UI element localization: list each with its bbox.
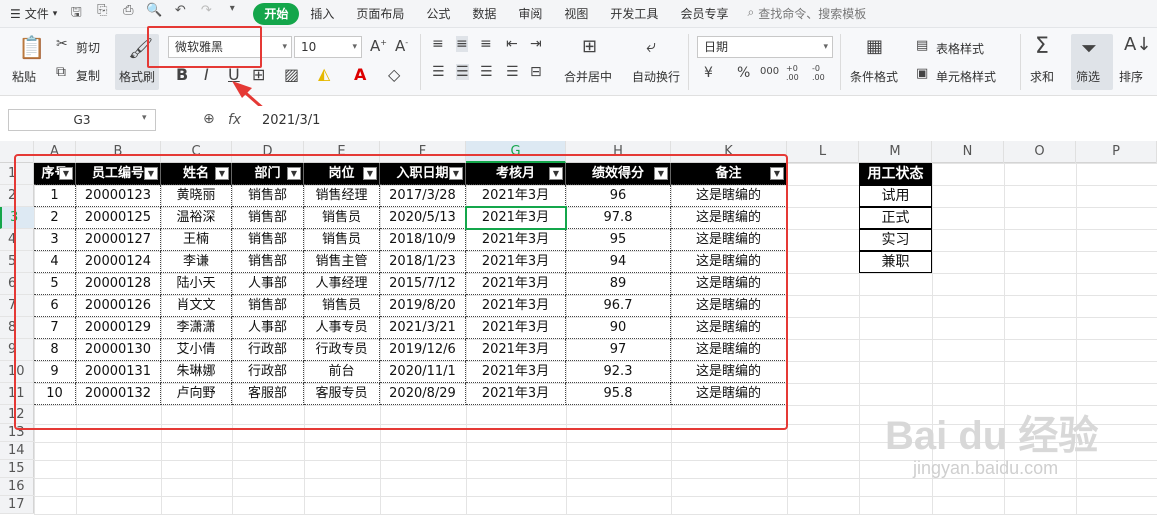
column-header[interactable]: L (787, 141, 859, 163)
status-list-item[interactable]: 兼职 (859, 251, 932, 273)
status-list-item[interactable]: 实习 (859, 229, 932, 251)
table-highlight-annotation (14, 154, 788, 430)
column-header[interactable]: O (1004, 141, 1076, 163)
status-list-item[interactable]: 正式 (859, 207, 932, 229)
chevron-down-icon[interactable]: ▾ (142, 113, 147, 123)
name-box[interactable]: G3 (8, 109, 156, 131)
column-header[interactable]: M (859, 141, 932, 163)
row-header[interactable]: 17 (0, 496, 34, 514)
formula-bar: G3 ▾ ⊕ fx 2021/3/1 (0, 106, 1157, 136)
row-header[interactable]: 14 (0, 442, 34, 460)
row-header[interactable]: 15 (0, 460, 34, 478)
status-list-item[interactable]: 试用 (859, 185, 932, 207)
row-header[interactable]: 16 (0, 478, 34, 496)
gridline (34, 496, 1157, 497)
zoom-icon[interactable]: ⊕ (203, 111, 215, 127)
column-header[interactable]: P (1076, 141, 1157, 163)
formula-input[interactable]: 2021/3/1 (262, 113, 320, 128)
watermark-logo: Bai du 经验 (885, 414, 1099, 458)
watermark-url: jingyan.baidu.com (913, 458, 1059, 478)
column-header[interactable]: N (932, 141, 1004, 163)
fx-button[interactable]: fx (228, 112, 241, 128)
status-list-header[interactable]: 用工状态 (859, 163, 932, 185)
